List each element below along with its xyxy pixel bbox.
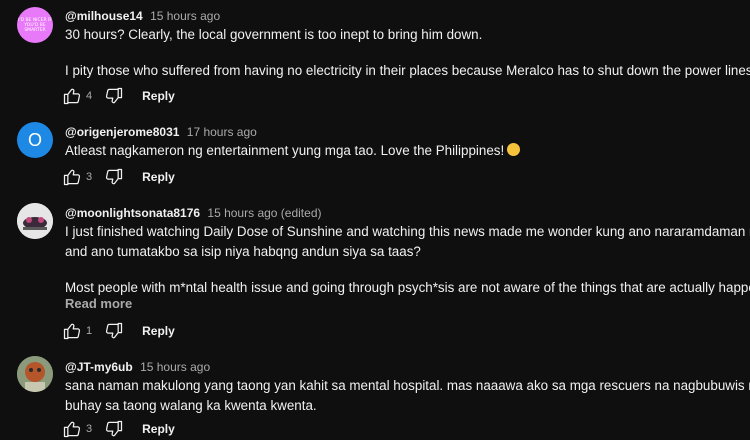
reply-button[interactable]: Reply	[142, 422, 175, 436]
comment-timestamp[interactable]: 17 hours ago	[187, 125, 257, 139]
comment-timestamp[interactable]: 15 hours ago (edited)	[207, 206, 321, 220]
reply-button[interactable]: Reply	[142, 170, 175, 184]
comment-line: 30 hours? Clearly, the local government …	[65, 27, 483, 42]
comment-actions: 3 Reply	[62, 166, 175, 188]
comment-line: and ano tumatakbo sa isip niya habqng an…	[65, 244, 421, 259]
comment-actions: 1 Reply	[62, 320, 175, 342]
avatar[interactable]: I'D BE NICER IF YOU'D BE SMARTER	[17, 7, 53, 43]
comment-username[interactable]: @moonlightsonata8176	[65, 206, 200, 220]
comment-text: sana naman makulong yang taong yan kahit…	[65, 376, 750, 416]
like-count: 4	[86, 90, 93, 102]
like-icon[interactable]	[62, 86, 82, 106]
comment-username[interactable]: @JT-my6ub	[65, 360, 133, 374]
comment-text: Atleast nagkameron ng entertainment yung…	[65, 141, 725, 161]
dislike-icon[interactable]	[104, 167, 124, 187]
grinning-face-emoji	[507, 143, 521, 156]
comment-line: I pity those who suffered from having no…	[65, 63, 750, 78]
comment-line: sana naman makulong yang taong yan kahit…	[65, 378, 750, 393]
comment-username[interactable]: @milhouse14	[65, 9, 143, 23]
comment-actions: 4 Reply	[62, 85, 175, 107]
comment-line: Most people with m*ntal health issue and…	[65, 280, 750, 295]
comment-line: buhay sa taong walang ka kwenta kwenta.	[65, 398, 317, 413]
reply-button[interactable]: Reply	[142, 324, 175, 338]
like-icon[interactable]	[62, 321, 82, 341]
read-more-link[interactable]: Read more	[65, 296, 132, 311]
reply-button[interactable]: Reply	[142, 89, 175, 103]
comment-timestamp[interactable]: 15 hours ago	[150, 9, 220, 23]
comment-text: 30 hours? Clearly, the local government …	[65, 25, 750, 81]
avatar-image-icon	[17, 356, 53, 392]
avatar[interactable]	[17, 356, 53, 392]
comment-username[interactable]: @origenjerome8031	[65, 125, 179, 139]
comment-line: I just finished watching Daily Dose of S…	[65, 224, 750, 239]
like-count: 1	[86, 325, 93, 337]
avatar-letter: O	[27, 129, 42, 150]
avatar[interactable]	[17, 203, 53, 239]
dislike-icon[interactable]	[104, 419, 124, 439]
avatar-text: I'D BE NICER IF YOU'D BE SMARTER	[18, 17, 52, 33]
comment-text: I just finished watching Daily Dose of S…	[65, 222, 750, 298]
comment-timestamp[interactable]: 15 hours ago	[140, 360, 210, 374]
avatar[interactable]: O	[17, 122, 53, 158]
like-icon[interactable]	[62, 167, 82, 187]
like-icon[interactable]	[62, 419, 82, 439]
comment-actions: 3 Reply	[62, 418, 175, 440]
avatar-image-icon	[17, 203, 53, 239]
like-count: 3	[86, 171, 93, 183]
like-count: 3	[86, 423, 93, 435]
dislike-icon[interactable]	[104, 321, 124, 341]
comment-line: Atleast nagkameron ng entertainment yung…	[65, 143, 505, 158]
dislike-icon[interactable]	[104, 86, 124, 106]
